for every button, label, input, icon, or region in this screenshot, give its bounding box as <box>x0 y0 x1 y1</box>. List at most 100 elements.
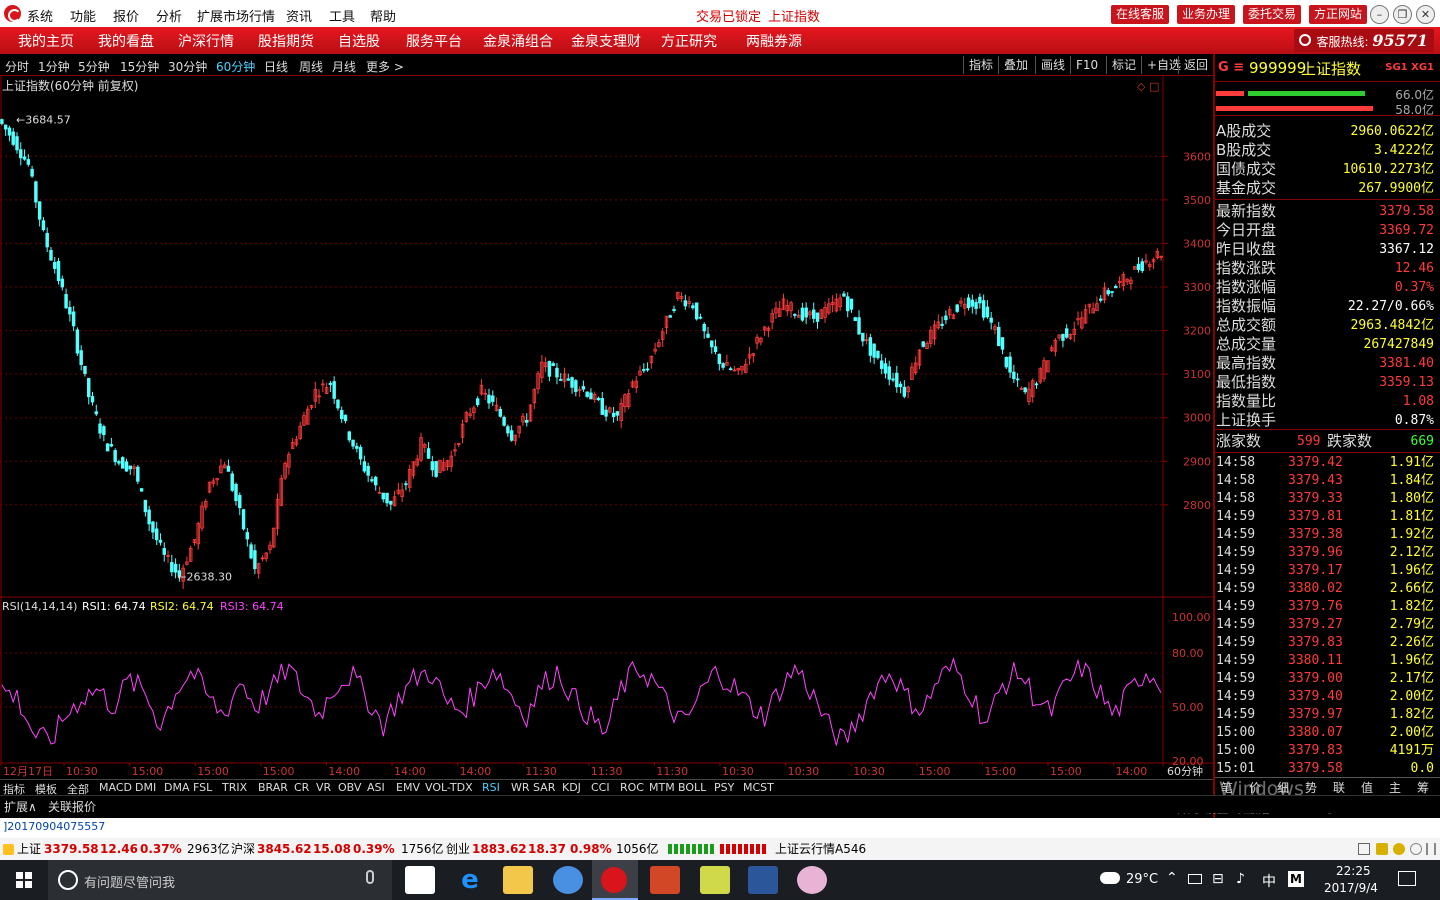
founder-app-task[interactable] <box>592 860 638 900</box>
menu-item-3[interactable]: 分析 <box>156 6 182 25</box>
menu-item-0[interactable]: 系统 <box>27 6 53 25</box>
volume-icon[interactable]: ♪ <box>1236 871 1245 887</box>
hotline[interactable]: 客服热线: 95571 <box>1294 29 1434 52</box>
indicator-tab-21[interactable]: MTM <box>649 781 675 794</box>
period-2[interactable]: 5分钟 <box>78 58 110 75</box>
indicator-tab-11[interactable]: OBV <box>338 781 361 794</box>
indicator-tab-24[interactable]: MCST <box>743 781 774 794</box>
ie-icon[interactable] <box>553 866 583 894</box>
period-7[interactable]: 周线 <box>299 58 323 75</box>
powerpoint-icon[interactable] <box>650 866 680 894</box>
period-6[interactable]: 日线 <box>264 58 288 75</box>
period-9[interactable]: 更多 > <box>366 58 404 75</box>
panel-tab-6[interactable]: 主 <box>1389 779 1401 796</box>
indicator-tab-23[interactable]: PSY <box>714 781 734 794</box>
title-button-3[interactable]: 方正网站 <box>1309 5 1368 24</box>
kline-chart[interactable]: 上证指数(60分钟 前复权) ◇ □ 3600 3500 3400 3300 3200 310… <box>0 76 1213 780</box>
chart-tool-6[interactable]: 返回 <box>1178 56 1213 74</box>
title-button-2[interactable]: 委托交易 <box>1243 5 1302 24</box>
layout-icon[interactable] <box>1358 843 1370 855</box>
minimize-icon[interactable]: – <box>1370 5 1389 24</box>
indicator-tab-9[interactable]: CR <box>294 781 309 794</box>
nav-item-6[interactable]: 金泉涌组合 <box>483 31 553 51</box>
clock-time[interactable]: 22:25 <box>1336 864 1371 878</box>
chart-corner-icon[interactable]: ◇ □ <box>1137 80 1159 93</box>
weather-icon[interactable] <box>1100 872 1120 884</box>
period-1[interactable]: 1分钟 <box>38 58 70 75</box>
pause-icon[interactable] <box>1426 843 1436 855</box>
chart-tool-4[interactable]: 标记 <box>1106 56 1141 74</box>
close-icon[interactable]: ✕ <box>1416 5 1435 24</box>
period-3[interactable]: 15分钟 <box>120 58 159 75</box>
edge-icon[interactable]: e <box>455 866 485 894</box>
chart-tool-3[interactable]: F10 <box>1070 56 1103 74</box>
indicator-tab-20[interactable]: ROC <box>620 781 644 794</box>
word-icon[interactable] <box>748 866 778 894</box>
chart-tool-0[interactable]: 指标 <box>963 56 998 74</box>
chart-tool-1[interactable]: 叠加 <box>998 56 1033 74</box>
nav-item-4[interactable]: 自选股 <box>338 31 380 51</box>
battery-icon[interactable] <box>1188 874 1202 884</box>
chevron-up-icon[interactable]: ⌃ <box>1166 870 1178 886</box>
clock-date[interactable]: 2017/9/4 <box>1324 881 1378 895</box>
indicator-tab-18[interactable]: KDJ <box>562 781 581 794</box>
indicator-tab-22[interactable]: BOLL <box>678 781 706 794</box>
sub-tab-1[interactable]: 关联报价 <box>48 798 96 815</box>
sz-label[interactable]: 沪深 <box>231 838 255 860</box>
menu-item-7[interactable]: 帮助 <box>370 6 396 25</box>
panel-tab-5[interactable]: 值 <box>1361 779 1373 796</box>
nav-item-9[interactable]: 两融券源 <box>746 31 802 51</box>
nav-item-3[interactable]: 股指期货 <box>258 31 314 51</box>
nav-item-5[interactable]: 服务平台 <box>406 31 462 51</box>
notification-icon[interactable] <box>1398 871 1416 886</box>
period-8[interactable]: 月线 <box>332 58 356 75</box>
notes-icon[interactable] <box>700 866 730 894</box>
indicator-tab-10[interactable]: VR <box>316 781 331 794</box>
restore-icon[interactable]: ❐ <box>1393 5 1412 24</box>
settings-icon[interactable] <box>1410 843 1422 855</box>
indicator-tab-16[interactable]: WR <box>511 781 530 794</box>
media-icon[interactable] <box>797 866 827 894</box>
nav-item-8[interactable]: 方正研究 <box>661 31 717 51</box>
title-button-1[interactable]: 业务办理 <box>1177 5 1236 24</box>
nav-item-7[interactable]: 金泉支理财 <box>571 31 641 51</box>
indicator-tab-6[interactable]: FSL <box>193 781 212 794</box>
indicator-tab-8[interactable]: BRAR <box>258 781 288 794</box>
menu-item-4[interactable]: 扩展市场行情 <box>197 6 275 25</box>
indicator-tab-12[interactable]: ASI <box>367 781 385 794</box>
store-icon[interactable] <box>405 866 435 894</box>
title-button-0[interactable]: 在线客服 <box>1111 5 1170 24</box>
panel-tab-7[interactable]: 筹 <box>1417 779 1429 796</box>
period-5[interactable]: 60分钟 <box>216 58 255 75</box>
nav-item-0[interactable]: 我的主页 <box>18 31 74 51</box>
lock-icon[interactable] <box>1376 843 1388 855</box>
indicator-tab-19[interactable]: CCI <box>591 781 610 794</box>
indicator-tab-5[interactable]: DMA <box>164 781 190 794</box>
cy-label[interactable]: 创业 <box>446 838 470 860</box>
indicator-tab-7[interactable]: TRIX <box>222 781 247 794</box>
file-explorer-icon[interactable] <box>503 866 533 894</box>
indicator-tab-17[interactable]: SAR <box>533 781 555 794</box>
network-icon[interactable]: ⊟ <box>1212 871 1224 887</box>
indicator-tab-15[interactable]: RSI <box>482 781 500 794</box>
menu-item-2[interactable]: 报价 <box>113 6 139 25</box>
indicator-tab-13[interactable]: EMV <box>396 781 420 794</box>
indicator-tab-3[interactable]: MACD <box>99 781 132 794</box>
nav-item-1[interactable]: 我的看盘 <box>98 31 154 51</box>
chart-tool-2[interactable]: 画线 <box>1035 56 1070 74</box>
search-box[interactable]: 有问题尽管问我 <box>48 860 392 900</box>
period-0[interactable]: 分时 <box>5 58 29 75</box>
sub-tab-0[interactable]: 扩展∧ <box>4 798 37 815</box>
period-4[interactable]: 30分钟 <box>168 58 207 75</box>
panel-tab-4[interactable]: 联 <box>1333 779 1345 796</box>
menu-item-1[interactable]: 功能 <box>70 6 96 25</box>
cloud-quote-label[interactable]: 上证云行情A546 <box>775 838 866 860</box>
panel-tab-3[interactable]: 势 <box>1305 779 1317 796</box>
menu-item-5[interactable]: 资讯 <box>286 6 312 25</box>
sh-label[interactable]: 上证 <box>17 838 41 860</box>
nav-item-2[interactable]: 沪深行情 <box>178 31 234 51</box>
ime-indicator[interactable]: 中 <box>1262 871 1276 891</box>
indicator-tab-14[interactable]: VOL-TDX <box>425 781 473 794</box>
menu-item-6[interactable]: 工具 <box>329 6 355 25</box>
indicator-tab-4[interactable]: DMI <box>135 781 156 794</box>
